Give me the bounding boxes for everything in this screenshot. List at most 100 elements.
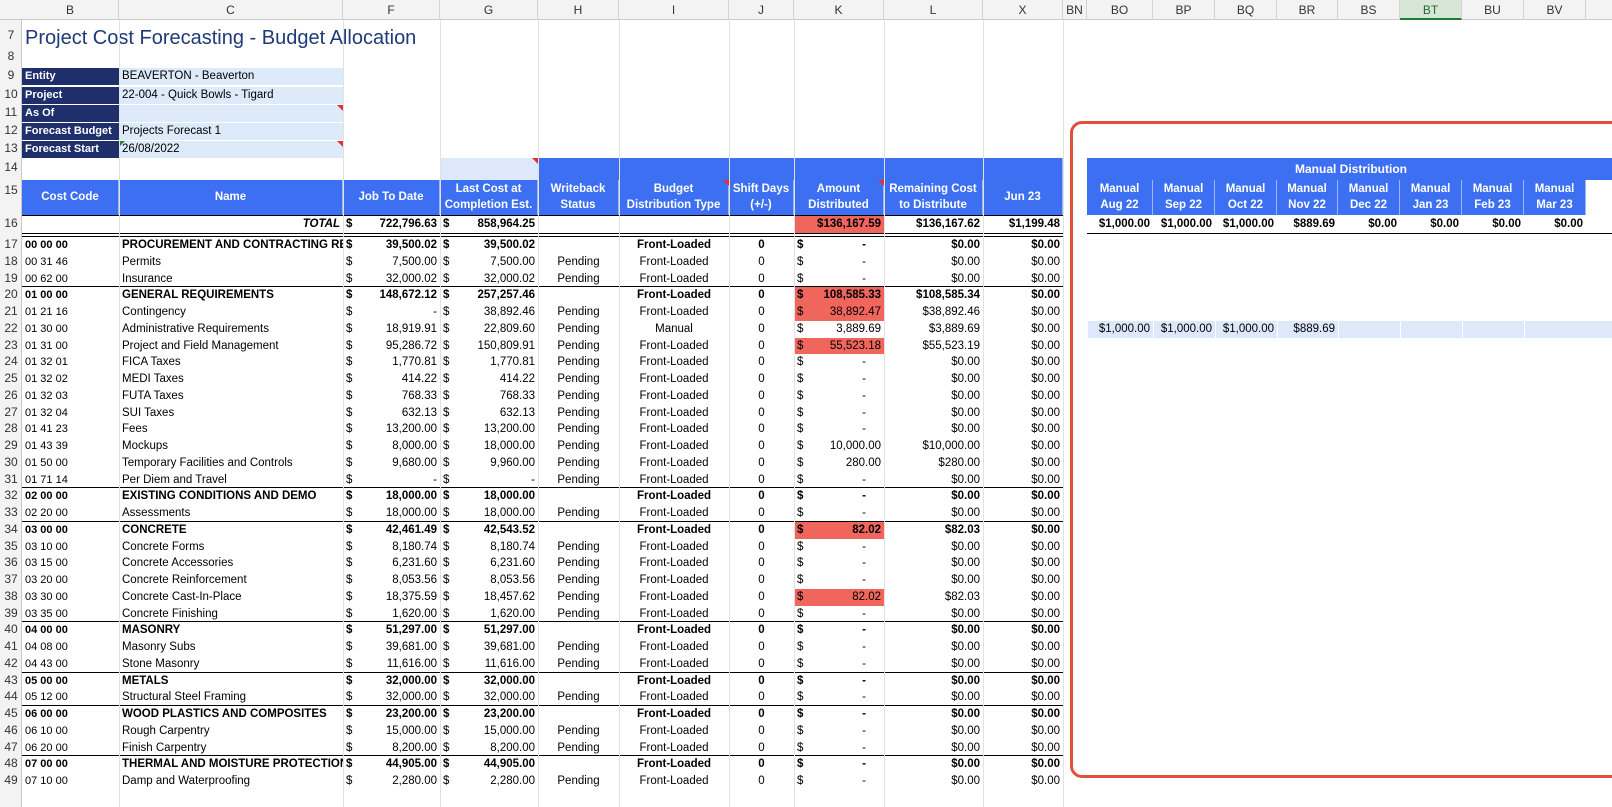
distribution-type[interactable]: Front-Loaded [619,572,729,589]
remaining-cost[interactable]: $0.00 [884,354,983,371]
remaining-cost[interactable]: $0.00 [884,673,983,690]
meta-value-as-of[interactable] [119,105,343,122]
column-header-i[interactable]: I [619,0,729,20]
cost-code[interactable]: 00 31 46 [22,254,119,271]
column-jun23[interactable]: Jun 23 [983,180,1063,215]
shift-days[interactable]: 0 [729,723,794,740]
job-to-date[interactable]: 39,500.02 [343,237,440,254]
distribution-type[interactable]: Front-Loaded [619,740,729,757]
remaining-cost[interactable]: $0.00 [884,773,983,790]
writeback-status[interactable]: Pending [538,572,619,589]
row-number[interactable]: 27 [0,405,22,419]
distribution-type[interactable]: Front-Loaded [619,706,729,723]
column-cost-code[interactable]: Cost Code [22,180,119,215]
writeback-status[interactable]: Pending [538,405,619,422]
jun23-value[interactable]: $0.00 [983,756,1063,773]
amount-distributed[interactable]: - [814,555,884,572]
remaining-cost[interactable]: $0.00 [884,656,983,673]
row-number[interactable]: 48 [0,756,22,770]
jun23-value[interactable]: $0.00 [983,773,1063,790]
column-header-bq[interactable]: BQ [1215,0,1277,20]
cost-code[interactable]: 06 20 00 [22,740,119,757]
shift-days[interactable]: 0 [729,371,794,388]
last-cost-estimate[interactable]: 32,000.02 [440,271,538,288]
amount-distributed[interactable]: - [814,673,884,690]
cost-code[interactable]: 01 41 23 [22,421,119,438]
jun23-value[interactable]: $0.00 [983,622,1063,639]
jun23-value[interactable]: $0.00 [983,371,1063,388]
remaining-cost[interactable]: $82.03 [884,522,983,539]
cost-name[interactable]: Concrete Forms [119,539,343,556]
shift-days[interactable]: 0 [729,673,794,690]
distribution-type[interactable]: Front-Loaded [619,455,729,472]
job-to-date[interactable]: - [343,304,440,321]
writeback-status[interactable]: Pending [538,555,619,572]
last-cost-estimate[interactable]: 42,543.52 [440,522,538,539]
job-to-date[interactable]: 23,200.00 [343,706,440,723]
shift-days[interactable]: 0 [729,287,794,304]
cost-code[interactable]: 00 62 00 [22,271,119,288]
cost-name[interactable]: Masonry Subs [119,639,343,656]
amount-distributed[interactable]: - [814,405,884,422]
cost-name[interactable]: METALS [119,673,343,690]
amount-distributed[interactable]: - [814,689,884,706]
remaining-cost[interactable]: $10,000.00 [884,438,983,455]
cost-name[interactable]: WOOD PLASTICS AND COMPOSITES [119,706,343,723]
remaining-cost[interactable]: $82.03 [884,589,983,606]
row-number[interactable]: 30 [0,455,22,469]
job-to-date[interactable]: 44,905.00 [343,756,440,773]
column-job-to-date[interactable]: Job To Date [343,180,440,215]
amount-distributed[interactable]: - [814,740,884,757]
cost-code[interactable]: 01 43 39 [22,438,119,455]
column-amount[interactable]: Amount Distributed [794,180,884,215]
remaining-cost[interactable]: $0.00 [884,371,983,388]
jun23-value[interactable]: $0.00 [983,405,1063,422]
job-to-date[interactable]: 32,000.00 [343,689,440,706]
amount-distributed[interactable]: - [814,421,884,438]
writeback-status[interactable]: Pending [538,388,619,405]
shift-days[interactable]: 0 [729,321,794,338]
cost-name[interactable]: Finish Carpentry [119,740,343,757]
column-header-l[interactable]: L [884,0,983,20]
jun23-value[interactable]: $0.00 [983,488,1063,505]
job-to-date[interactable]: 95,286.72 [343,338,440,355]
row-number[interactable]: 37 [0,572,22,586]
row-number[interactable]: 25 [0,371,22,385]
shift-days[interactable]: 0 [729,405,794,422]
last-cost-estimate[interactable]: 6,231.60 [440,555,538,572]
remaining-cost[interactable]: $0.00 [884,706,983,723]
row-number[interactable]: 12 [0,123,22,137]
amount-distributed[interactable]: - [814,388,884,405]
writeback-status[interactable]: Pending [538,304,619,321]
last-cost-estimate[interactable]: - [440,472,538,489]
remaining-cost[interactable]: $3,889.69 [884,321,983,338]
amount-distributed[interactable]: - [814,237,884,254]
shift-days[interactable]: 0 [729,488,794,505]
cost-code[interactable]: 01 50 00 [22,455,119,472]
amount-distributed[interactable]: 82.02 [814,522,884,539]
meta-value-forecast-budget[interactable]: Projects Forecast 1 [119,123,343,140]
row-number[interactable]: 23 [0,338,22,352]
distribution-type[interactable]: Front-Loaded [619,589,729,606]
cost-name[interactable]: Stone Masonry [119,656,343,673]
cost-name[interactable]: Concrete Finishing [119,606,343,623]
remaining-cost[interactable]: $0.00 [884,237,983,254]
remaining-cost[interactable]: $280.00 [884,455,983,472]
remaining-cost[interactable]: $0.00 [884,505,983,522]
row-number[interactable]: 43 [0,673,22,687]
jun23-value[interactable]: $0.00 [983,438,1063,455]
last-cost-estimate[interactable]: 768.33 [440,388,538,405]
jun23-value[interactable]: $0.00 [983,271,1063,288]
job-to-date[interactable]: 2,280.00 [343,773,440,790]
amount-distributed[interactable]: - [814,639,884,656]
jun23-value[interactable]: $0.00 [983,237,1063,254]
cost-name[interactable]: Concrete Accessories [119,555,343,572]
cost-name[interactable]: Mockups [119,438,343,455]
distribution-type[interactable]: Front-Loaded [619,438,729,455]
jun23-value[interactable]: $0.00 [983,254,1063,271]
cost-code[interactable]: 05 12 00 [22,689,119,706]
distribution-type[interactable]: Front-Loaded [619,254,729,271]
remaining-cost[interactable]: $55,523.19 [884,338,983,355]
row-number[interactable]: 7 [0,28,22,42]
last-cost-estimate[interactable]: 23,200.00 [440,706,538,723]
